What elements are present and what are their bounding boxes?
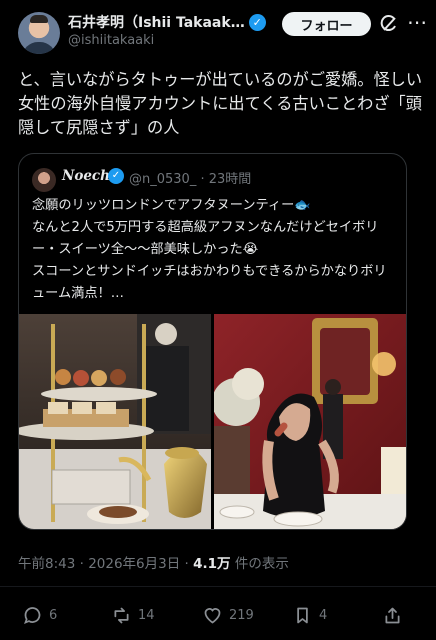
share-icon: [385, 607, 400, 623]
views-count[interactable]: 4.1万: [193, 556, 230, 572]
author-handle[interactable]: @ishiitakaaki: [68, 33, 154, 48]
post-header: 石井孝明（Ishii Takaak… ✓ @ishiitakaaki フォロー …: [18, 12, 427, 54]
bookmark-button[interactable]: 4: [292, 600, 327, 630]
more-options-icon[interactable]: ⋯: [407, 12, 427, 36]
post-body-text: と、言いながらタトゥーが出ているのがご愛嬌。怪しい女性の海外自慢アカウントに出て…: [18, 70, 423, 137]
post-action-bar: 6 14 219 4: [0, 600, 436, 630]
reply-count: 6: [49, 607, 58, 623]
quoted-post[interactable]: Noechi ✓ @n_0530_ · 23時間 念願のリッツロンドンでアフタヌ…: [18, 153, 407, 530]
quoted-post-text: 念願のリッツロンドンでアフタヌーンティー🐟 なんと2人で5万円する超高級アフヌン…: [32, 198, 387, 301]
author-display-name[interactable]: 石井孝明（Ishii Takaak…: [68, 12, 245, 32]
views-label: 件の表示: [230, 556, 289, 572]
grok-icon[interactable]: [379, 14, 399, 34]
verified-badge-icon: ✓: [108, 168, 124, 184]
quoted-photo-woman-dining[interactable]: [214, 314, 406, 529]
author-name-line[interactable]: 石井孝明（Ishii Takaak… ✓: [68, 13, 278, 31]
post-metadata: 午前8:43 · 2026年6月3日 · 4.1万 件の表示: [18, 552, 289, 572]
quoted-author-avatar[interactable]: [32, 168, 56, 192]
divider: [0, 586, 436, 587]
post-timestamp[interactable]: 午前8:43 · 2026年6月3日 ·: [18, 556, 193, 572]
like-button[interactable]: 219: [202, 600, 254, 630]
quoted-photo-afternoon-tea[interactable]: [19, 314, 211, 529]
reply-button[interactable]: 6: [22, 600, 57, 630]
repost-button[interactable]: 14: [111, 600, 155, 630]
bookmark-count: 4: [319, 607, 328, 623]
verified-badge-icon: ✓: [248, 13, 266, 31]
author-avatar[interactable]: [18, 12, 60, 54]
quoted-author-handle-time[interactable]: @n_0530_ · 23時間: [129, 168, 251, 187]
follow-button[interactable]: フォロー: [282, 12, 371, 36]
repost-icon: [114, 607, 129, 623]
like-icon: [204, 607, 221, 624]
like-count: 219: [229, 607, 254, 623]
share-button[interactable]: [382, 600, 403, 630]
reply-icon: [24, 606, 41, 624]
bookmark-icon: [297, 607, 308, 623]
repost-count: 14: [138, 607, 155, 623]
